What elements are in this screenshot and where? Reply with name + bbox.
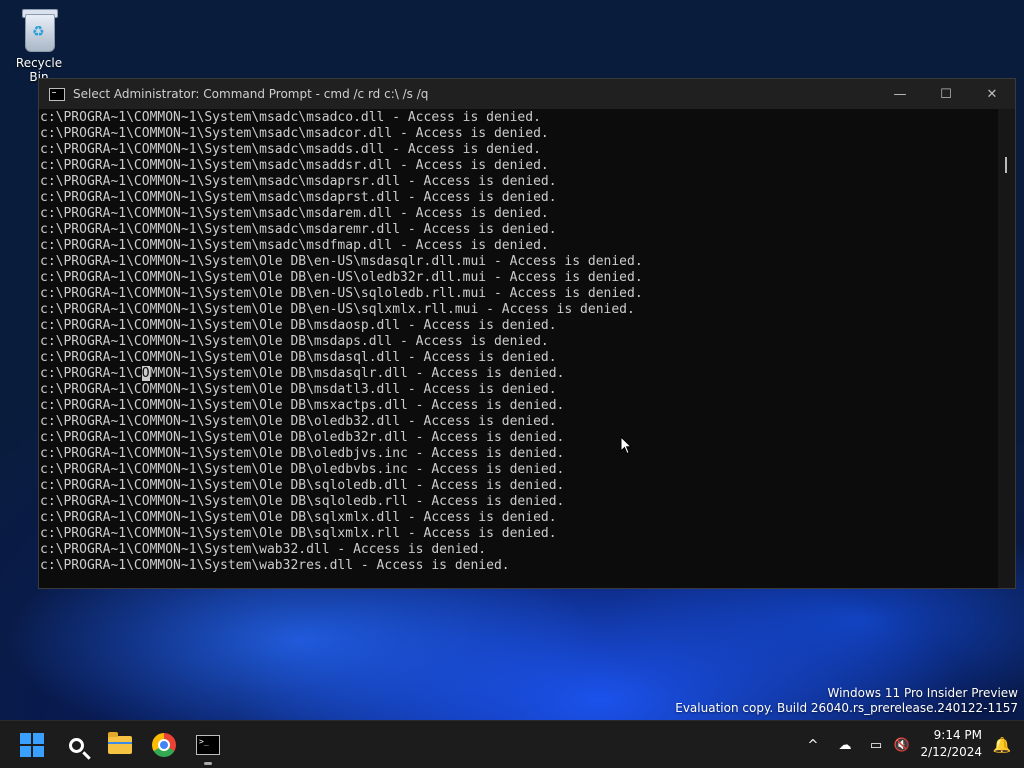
console-output[interactable]: c:\PROGRA~1\COMMON~1\System\msadc\msadco… — [39, 109, 999, 588]
recycle-bin-icon: ♻ — [21, 8, 58, 52]
console-line: c:\PROGRA~1\COMMON~1\System\Ole DB\sqlol… — [40, 494, 565, 509]
console-line: c:\PROGRA~1\COMMON~1\System\Ole DB\msdap… — [40, 334, 549, 349]
title-bar[interactable]: Select Administrator: Command Prompt - c… — [39, 79, 1015, 109]
show-hidden-icons-chevron-icon[interactable]: ^ — [803, 735, 823, 755]
command-prompt-window[interactable]: Select Administrator: Command Prompt - c… — [38, 78, 1016, 589]
console-line: c:\PROGRA~1\COMMON~1\System\msadc\msdare… — [40, 206, 549, 221]
console-line: c:\PROGRA~1\COMMON~1\System\msadc\msadco… — [40, 110, 541, 125]
console-line: c:\PROGRA~1\COMMON~1\System\Ole DB\sqlxm… — [40, 510, 557, 525]
console-line: c:\PROGRA~1\COMMON~1\System\Ole DB\msdas… — [40, 366, 565, 381]
mouse-pointer-icon — [620, 436, 632, 455]
watermark-build: Evaluation copy. Build 26040.rs_prerelea… — [675, 701, 1018, 715]
console-line: c:\PROGRA~1\COMMON~1\System\wab32res.dll… — [40, 558, 510, 573]
minimize-button[interactable]: — — [877, 79, 923, 109]
console-line: c:\PROGRA~1\COMMON~1\System\msadc\msdapr… — [40, 174, 557, 189]
network-icon[interactable]: ▭ — [866, 735, 886, 755]
console-line: c:\PROGRA~1\COMMON~1\System\Ole DB\sqlxm… — [40, 526, 557, 541]
maximize-button[interactable]: ☐ — [923, 79, 969, 109]
console-line: c:\PROGRA~1\COMMON~1\System\Ole DB\oledb… — [40, 446, 565, 461]
console-line: c:\PROGRA~1\COMMON~1\System\msadc\msdapr… — [40, 190, 557, 205]
search-button[interactable] — [60, 729, 92, 761]
console-line: c:\PROGRA~1\COMMON~1\System\Ole DB\msdas… — [40, 350, 557, 365]
evaluation-watermark: Windows 11 Pro Insider Preview Evaluatio… — [675, 686, 1018, 716]
console-line: c:\PROGRA~1\COMMON~1\System\Ole DB\oledb… — [40, 462, 565, 477]
console-line: c:\PROGRA~1\COMMON~1\System\Ole DB\oledb… — [40, 430, 565, 445]
command-prompt-taskbar-button[interactable] — [192, 729, 224, 761]
text-selection-cursor: O — [141, 366, 150, 381]
console-line: c:\PROGRA~1\COMMON~1\System\Ole DB\oledb… — [40, 414, 557, 429]
start-button[interactable] — [16, 729, 48, 761]
console-line: c:\PROGRA~1\COMMON~1\System\msadc\msdare… — [40, 222, 557, 237]
running-indicator — [204, 762, 212, 765]
recycle-bin-shortcut[interactable]: ♻ Recycle Bin — [6, 8, 72, 84]
console-line: c:\PROGRA~1\COMMON~1\System\Ole DB\msdao… — [40, 318, 557, 333]
console-line: c:\PROGRA~1\COMMON~1\System\Ole DB\sqlol… — [40, 478, 565, 493]
scrollbar-thumb[interactable] — [1005, 157, 1007, 173]
windows-logo-icon — [20, 733, 44, 757]
close-button[interactable]: ✕ — [969, 79, 1015, 109]
console-line: c:\PROGRA~1\COMMON~1\System\Ole DB\en-US… — [40, 286, 643, 301]
console-line: c:\PROGRA~1\COMMON~1\System\wab32.dll - … — [40, 542, 487, 557]
console-line: c:\PROGRA~1\COMMON~1\System\Ole DB\en-US… — [40, 302, 635, 317]
folder-icon — [108, 732, 132, 754]
chrome-button[interactable] — [148, 729, 180, 761]
console-line: c:\PROGRA~1\COMMON~1\System\msadc\msdfma… — [40, 238, 549, 253]
console-line: c:\PROGRA~1\COMMON~1\System\msadc\msadds… — [40, 142, 541, 157]
console-line: c:\PROGRA~1\COMMON~1\System\Ole DB\msdat… — [40, 382, 557, 397]
console-line: c:\PROGRA~1\COMMON~1\System\Ole DB\en-US… — [40, 270, 643, 285]
onedrive-icon[interactable]: ☁ — [835, 735, 855, 755]
file-explorer-button[interactable] — [104, 729, 136, 761]
clock-time: 9:14 PM — [933, 728, 982, 742]
console-line: c:\PROGRA~1\COMMON~1\System\msadc\msadco… — [40, 126, 549, 141]
console-line: c:\PROGRA~1\COMMON~1\System\Ole DB\en-US… — [40, 254, 643, 269]
search-icon — [68, 737, 84, 753]
cmd-icon — [49, 87, 65, 101]
console-line: c:\PROGRA~1\COMMON~1\System\msadc\msadds… — [40, 158, 549, 173]
terminal-icon — [196, 735, 220, 755]
clock-date: 2/12/2024 — [920, 745, 982, 759]
notification-bell-icon[interactable]: 🔔 — [992, 735, 1012, 755]
clock[interactable]: 9:14 PM 2/12/2024 — [920, 727, 982, 761]
console-line: c:\PROGRA~1\COMMON~1\System\Ole DB\msxac… — [40, 398, 565, 413]
volume-muted-icon[interactable]: 🔇 — [892, 735, 912, 755]
vertical-scrollbar[interactable] — [998, 109, 1015, 588]
chrome-icon — [152, 733, 176, 757]
watermark-edition: Windows 11 Pro Insider Preview — [827, 686, 1018, 700]
window-title: Select Administrator: Command Prompt - c… — [73, 87, 429, 101]
taskbar: ^ ☁ ▭ 🔇 9:14 PM 2/12/2024 🔔 — [0, 720, 1024, 768]
